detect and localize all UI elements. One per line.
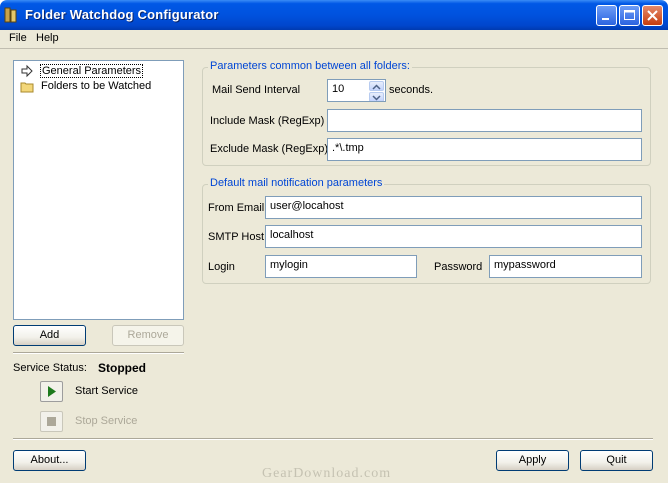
window-title: Folder Watchdog Configurator — [25, 7, 219, 22]
service-status-value: Stopped — [98, 361, 146, 375]
menu-file[interactable]: File — [9, 32, 27, 44]
include-mask-input[interactable] — [327, 109, 642, 132]
stop-icon — [47, 417, 56, 426]
minimize-icon — [602, 18, 609, 20]
mail-send-interval-value: 10 — [332, 83, 345, 95]
tree-item-label: General Parameters — [40, 64, 144, 78]
app-icon — [4, 7, 17, 23]
stop-service-label[interactable]: Stop Service — [75, 415, 137, 427]
chevron-down-icon — [372, 95, 381, 101]
main-window: Folder Watchdog Configurator File Help G… — [0, 0, 668, 483]
maximize-button[interactable] — [619, 5, 640, 26]
exclude-mask-input[interactable]: .*\.tmp — [327, 138, 642, 161]
menu-separator — [0, 48, 668, 49]
from-email-label: From Email — [208, 202, 265, 214]
apply-button[interactable]: Apply — [496, 450, 569, 471]
login-label: Login — [208, 261, 235, 273]
quit-button[interactable]: Quit — [580, 450, 653, 471]
maximize-icon — [624, 10, 635, 20]
chevron-up-icon — [372, 84, 381, 90]
folder-icon — [20, 82, 34, 93]
spinner-up-button[interactable] — [369, 81, 384, 91]
add-button[interactable]: Add — [13, 325, 86, 346]
service-status-label: Service Status: — [13, 362, 87, 374]
mail-send-interval-spinner[interactable]: 10 — [327, 79, 386, 102]
from-email-input[interactable]: user@locahost — [265, 196, 642, 219]
seconds-label: seconds. — [389, 84, 434, 96]
start-service-button[interactable] — [40, 381, 63, 402]
spinner-down-button[interactable] — [369, 92, 384, 101]
title-bar[interactable]: Folder Watchdog Configurator — [0, 0, 668, 30]
watermark: GearDownload.com — [262, 466, 392, 481]
login-input[interactable]: mylogin — [265, 255, 417, 278]
menu-help[interactable]: Help — [36, 32, 59, 44]
password-label: Password — [434, 261, 483, 273]
menu-bar: File Help — [0, 30, 668, 48]
smtp-host-input[interactable]: localhost — [265, 225, 642, 248]
tree-item-label: Folders to be Watched — [41, 80, 152, 92]
spinner-buttons — [369, 81, 384, 101]
start-service-label[interactable]: Start Service — [75, 385, 138, 397]
include-mask-label: Include Mask (RegExp) — [210, 115, 325, 127]
password-input[interactable]: mypassword — [489, 255, 642, 278]
close-icon — [647, 10, 658, 21]
close-button[interactable] — [642, 5, 663, 26]
exclude-mask-label: Exclude Mask (RegExp) — [210, 143, 328, 155]
play-icon — [48, 386, 56, 397]
mail-send-interval-label: Mail Send Interval — [212, 84, 301, 96]
arrow-icon — [21, 64, 33, 78]
remove-button[interactable]: Remove — [112, 325, 184, 346]
about-button[interactable]: About... — [13, 450, 86, 471]
minimize-button[interactable] — [596, 5, 617, 26]
smtp-host-label: SMTP Host — [208, 231, 265, 243]
bottom-divider — [13, 438, 653, 440]
group-title: Default mail notification parameters — [208, 177, 385, 189]
service-divider — [13, 352, 184, 354]
stop-service-button[interactable] — [40, 411, 63, 432]
settings-tree[interactable]: General Parameters Folders to be Watched — [13, 60, 184, 320]
group-title: Parameters common between all folders: — [208, 60, 412, 72]
